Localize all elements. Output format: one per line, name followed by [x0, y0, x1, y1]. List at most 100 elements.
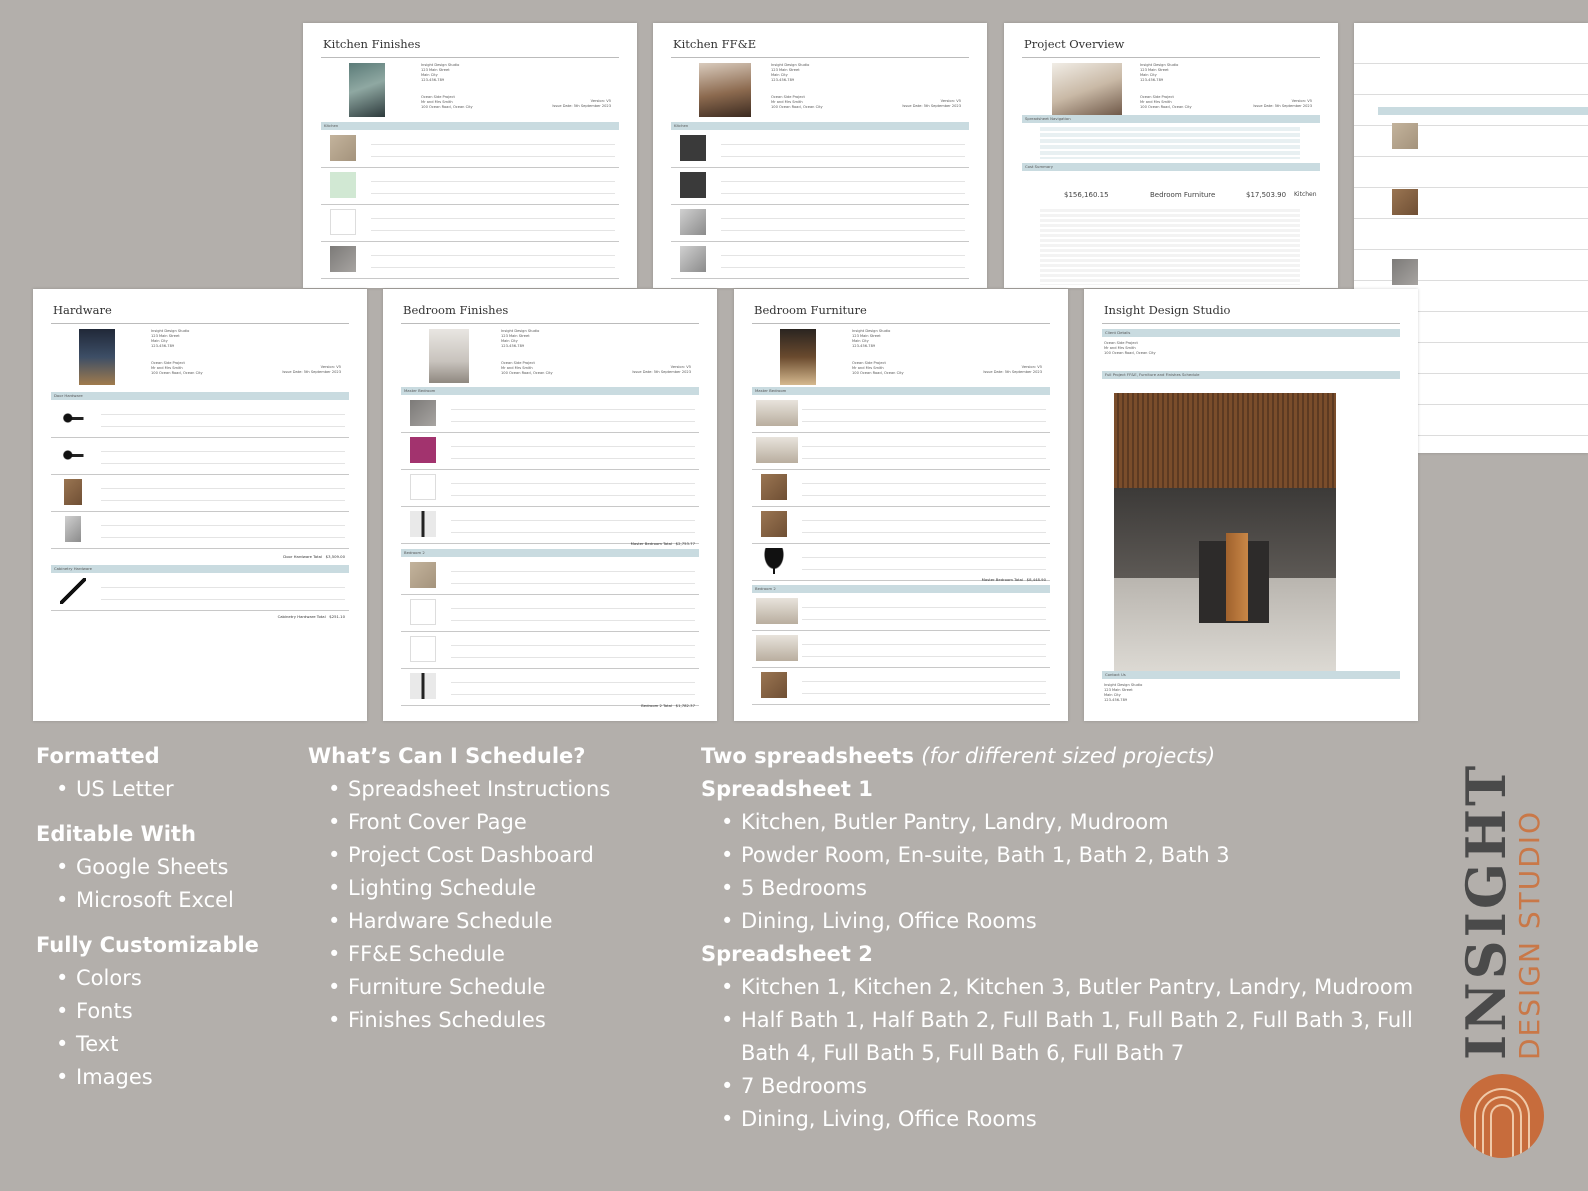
title-rule	[1102, 323, 1400, 324]
list-item: Front Cover Page	[308, 806, 610, 839]
hardware-image	[64, 479, 82, 505]
brand-name: INSIGHT	[1454, 762, 1518, 1060]
list-item: Kitchen 1, Kitchen 2, Kitchen 3, Butler …	[701, 971, 1451, 1004]
header-photo	[79, 329, 115, 385]
studio-address: Insight Design Studio 123 Main Street Ma…	[501, 329, 540, 348]
table-row	[51, 575, 349, 611]
version-info: Version: V5 Issue Date: 5th September 20…	[983, 365, 1042, 374]
section-bar: Client Details	[1102, 329, 1400, 337]
brand-logo-icon	[1460, 1074, 1544, 1158]
table-row	[671, 169, 969, 205]
appliance-image	[680, 209, 706, 235]
hardware-image	[60, 405, 86, 431]
table-row	[51, 513, 349, 549]
page-title: Hardware	[53, 303, 112, 317]
project-details: Ocean Side Project Mr and Mrs Smith 100 …	[421, 95, 473, 109]
material-swatch	[410, 511, 436, 537]
material-swatch	[410, 599, 436, 625]
table-row	[401, 559, 699, 595]
header-photo	[699, 63, 751, 117]
page-title: Kitchen Finishes	[323, 37, 421, 51]
page-kitchen-ffe: Kitchen FF&E Insight Design Studio 123 M…	[653, 23, 987, 288]
furniture-image	[756, 400, 798, 426]
hardware-image	[65, 516, 81, 542]
page-title: Bedroom Finishes	[403, 303, 509, 317]
page-title: Kitchen FF&E	[673, 37, 757, 51]
editable-heading: Editable With	[36, 822, 196, 846]
material-swatch	[410, 437, 436, 463]
brand-wordmark: INSIGHT DESIGN STUDIO	[1454, 763, 1556, 1070]
version-info: Version: V5 Issue Date: 5th September 20…	[282, 365, 341, 374]
list-item: Dining, Living, Office Rooms	[701, 905, 1451, 938]
header-photo	[780, 329, 816, 385]
title-rule	[671, 57, 969, 58]
furniture-image	[761, 672, 787, 698]
summary-tables	[1040, 209, 1300, 285]
material-swatch	[1392, 123, 1418, 149]
table-row	[671, 132, 969, 168]
material-swatch	[330, 246, 356, 272]
table-row	[321, 132, 619, 168]
studio-address: Insight Design Studio 123 Main Street Ma…	[771, 63, 810, 82]
list-item: 7 Bedrooms	[701, 1070, 1451, 1103]
table-row	[321, 243, 619, 279]
list-item: Powder Room, En-suite, Bath 1, Bath 2, B…	[701, 839, 1451, 872]
formatted-heading: Formatted	[36, 744, 160, 768]
table-row	[401, 670, 699, 706]
material-swatch	[330, 135, 356, 161]
material-swatch	[1392, 259, 1418, 285]
header-photo	[1052, 63, 1122, 117]
section-bar: Spreadsheet Navigation	[1022, 115, 1320, 123]
list-item: FF&E Schedule	[308, 938, 610, 971]
table-row	[51, 439, 349, 475]
title-rule	[401, 323, 699, 324]
material-swatch	[330, 209, 356, 235]
table-row	[671, 206, 969, 242]
table-row	[401, 633, 699, 669]
section-bar: Contact Us	[1102, 671, 1400, 679]
table-row	[752, 669, 1050, 705]
material-swatch	[1392, 189, 1418, 215]
section-bar: Door Hardware	[51, 392, 349, 400]
total-value: $2,753.77	[675, 541, 695, 546]
project-details: Ocean Side Project Mr and Mrs Smith 100 …	[771, 95, 823, 109]
table-row	[401, 596, 699, 632]
studio-address: Insight Design Studio 123 Main Street Ma…	[852, 329, 891, 348]
material-swatch	[410, 673, 436, 699]
project-details: Ocean Side Project Mr and Mrs Smith 100 …	[151, 361, 203, 375]
section-bar: Kitchen	[671, 122, 969, 130]
navigation-grid	[1040, 127, 1300, 159]
page-hardware: Hardware Insight Design Studio 123 Main …	[33, 289, 367, 721]
project-details: Ocean Side Project Mr and Mrs Smith 100 …	[852, 361, 904, 375]
page-bedroom-finishes: Bedroom Finishes Insight Design Studio 1…	[383, 289, 717, 721]
list-item: Finishes Schedules	[308, 1004, 610, 1037]
list-item: Project Cost Dashboard	[308, 839, 610, 872]
spreadsheets-heading: Two spreadsheets (for different sized pr…	[701, 740, 1451, 773]
spreadsheet-2-heading: Spreadsheet 2	[701, 942, 873, 966]
version-info: Version: V5 Issue Date: 5th September 20…	[902, 99, 961, 108]
total-label: Master Bedroom Total	[630, 541, 673, 546]
table-row	[321, 206, 619, 242]
appliance-image	[680, 172, 706, 198]
contact-details: Insight Design Studio 123 Main Street Ma…	[1104, 683, 1143, 702]
spreadsheet-1-heading: Spreadsheet 1	[701, 777, 873, 801]
material-swatch	[410, 562, 436, 588]
table-row	[752, 545, 1050, 581]
table-row	[752, 397, 1050, 433]
table-row	[401, 508, 699, 544]
table-row	[671, 243, 969, 279]
table-row	[752, 595, 1050, 631]
list-item: 5 Bedrooms	[701, 872, 1451, 905]
column-schedules: What’s Can I Schedule? Spreadsheet Instr…	[308, 740, 610, 1037]
page-project-overview: Project Overview Insight Design Studio 1…	[1004, 23, 1338, 288]
total-label: Bedroom 2 Total	[641, 703, 673, 708]
list-item: Google Sheets	[36, 851, 259, 884]
list-item: Images	[36, 1061, 259, 1094]
version-info: Version: V5 Issue Date: 5th September 20…	[632, 365, 691, 374]
total-value: $8,448.90	[1026, 577, 1046, 582]
table-row	[401, 471, 699, 507]
section-bar: Master Bedroom	[752, 387, 1050, 395]
section-bar: Kitchen	[321, 122, 619, 130]
material-swatch	[330, 172, 356, 198]
studio-address: Insight Design Studio 123 Main Street Ma…	[1140, 63, 1179, 82]
